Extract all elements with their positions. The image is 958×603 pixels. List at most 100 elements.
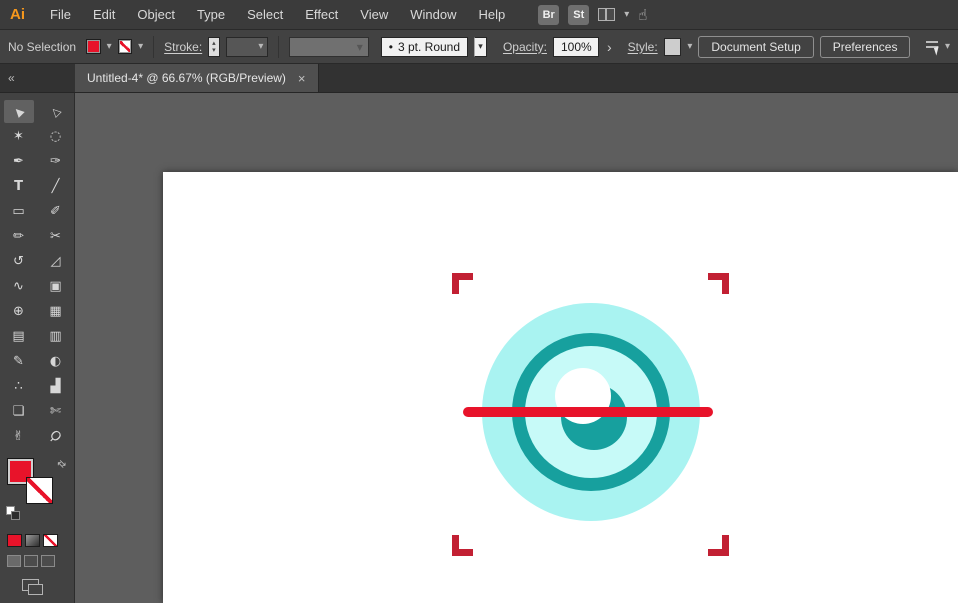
stroke-weight-stepper[interactable]: ▴ ▾ <box>208 36 220 57</box>
direct-selection-tool[interactable]: △ <box>41 100 71 123</box>
menu-window[interactable]: Window <box>399 0 467 30</box>
fill-color-chevron-icon[interactable]: ▾ <box>107 41 112 52</box>
blend-tool[interactable]: ◐ <box>41 350 71 373</box>
control-bar: No Selection ▾ ▾ Stroke: ▴ ▾ ▾ ▾ • 3 pt.… <box>0 30 958 64</box>
none-button[interactable] <box>43 534 58 547</box>
shape-builder-tool[interactable]: ⊕ <box>4 300 34 323</box>
eyedropper-tool[interactable]: ✎ <box>4 350 34 373</box>
menubar: Ai File Edit Object Type Select Effect V… <box>0 0 958 30</box>
selection-options-icon[interactable] <box>926 40 939 53</box>
stroke-color-swatch[interactable] <box>117 39 133 54</box>
pen-tool[interactable]: ✒ <box>4 150 34 173</box>
brush-definition-chevron-icon[interactable]: ▾ <box>474 36 487 57</box>
rotate-tool-icon: ↺ <box>13 254 24 269</box>
opacity-flyout-icon[interactable]: › <box>605 39 614 55</box>
type-tool[interactable]: T <box>4 175 34 198</box>
draw-normal-button[interactable] <box>7 555 21 567</box>
stroke-color-indicator[interactable] <box>26 477 53 504</box>
menu-effect[interactable]: Effect <box>294 0 349 30</box>
pencil-tool[interactable]: ✏ <box>4 225 34 248</box>
direct-selection-tool-icon: △ <box>47 103 64 120</box>
perspective-grid-tool-icon: ▦ <box>49 304 62 319</box>
stock-button[interactable]: St <box>568 4 590 25</box>
canvas[interactable] <box>75 93 958 603</box>
menu-object[interactable]: Object <box>126 0 186 30</box>
change-screen-mode-button[interactable] <box>22 579 43 595</box>
stepper-up-icon[interactable]: ▴ <box>212 40 216 47</box>
rectangle-tool[interactable]: ▭ <box>4 200 34 223</box>
tab-close-icon[interactable]: × <box>298 71 306 86</box>
menu-type[interactable]: Type <box>186 0 236 30</box>
bridge-button[interactable]: Br <box>538 4 560 25</box>
artboard-tool[interactable]: ❏ <box>4 400 34 423</box>
stepper-down-icon[interactable]: ▾ <box>212 47 216 54</box>
preferences-button[interactable]: Preferences <box>819 35 911 58</box>
crop-mark-top-right[interactable] <box>708 273 729 294</box>
menu-select[interactable]: Select <box>236 0 294 30</box>
artboard-tool-icon: ❏ <box>12 404 25 419</box>
tools-panel: ▲ △ ✶ ◌ ✒ ✑ T ╱ ▭ ✐ ✏ ✂ ↺ ◿ ∿ ▣ ⊕ ▦ ▤ ▥ … <box>0 93 75 603</box>
stroke-color-chevron-icon[interactable]: ▾ <box>138 41 143 52</box>
pen-tool-icon: ✒ <box>13 154 24 169</box>
type-tool-icon: T <box>14 179 23 194</box>
width-tool[interactable]: ∿ <box>4 275 34 298</box>
stroke-weight-dropdown[interactable]: ▾ <box>225 36 269 57</box>
style-swatch[interactable] <box>663 37 682 56</box>
rotate-tool[interactable]: ↺ <box>4 250 34 273</box>
hand-tool[interactable]: ✌ <box>4 425 34 448</box>
zoom-tool[interactable]: Ϙ <box>41 425 71 448</box>
magic-wand-tool[interactable]: ✶ <box>4 125 34 148</box>
lasso-tool[interactable]: ◌ <box>41 125 71 148</box>
rectangle-tool-icon: ▭ <box>12 204 25 219</box>
symbol-sprayer-tool-icon: ∴ <box>14 379 23 394</box>
collapse-tools-icon[interactable]: « <box>8 71 15 85</box>
arrange-documents-icon[interactable] <box>598 8 616 21</box>
width-tool-icon: ∿ <box>13 279 24 294</box>
selection-tool[interactable]: ▲ <box>3 100 34 123</box>
fill-color-swatch[interactable] <box>86 39 101 54</box>
scale-tool[interactable]: ◿ <box>41 250 71 273</box>
line-segment-tool[interactable]: ╱ <box>41 175 71 198</box>
slice-tool[interactable]: ✄ <box>41 400 71 423</box>
artboard[interactable] <box>163 172 958 603</box>
arrange-documents-chevron-icon[interactable]: ▾ <box>624 9 629 20</box>
crop-mark-bottom-right[interactable] <box>708 535 729 556</box>
mesh-tool-icon: ▤ <box>12 329 25 344</box>
gradient-button[interactable] <box>25 534 40 547</box>
opacity-field[interactable]: 100% <box>552 36 599 57</box>
swap-fill-stroke-icon[interactable]: ⇄ <box>54 458 68 472</box>
zoom-tool-icon: Ϙ <box>46 427 65 446</box>
brush-definition-dropdown[interactable]: • 3 pt. Round <box>380 36 469 57</box>
style-chevron-icon[interactable]: ▾ <box>687 41 692 52</box>
curvature-tool[interactable]: ✑ <box>41 150 71 173</box>
free-transform-tool[interactable]: ▣ <box>41 275 71 298</box>
draw-behind-button[interactable] <box>24 555 38 567</box>
stroke-weight-label[interactable]: Stroke: <box>164 40 202 54</box>
menu-view[interactable]: View <box>349 0 399 30</box>
paintbrush-tool[interactable]: ✐ <box>41 200 71 223</box>
color-button[interactable] <box>7 534 22 547</box>
perspective-grid-tool[interactable]: ▦ <box>41 300 71 323</box>
symbol-sprayer-tool[interactable]: ∴ <box>4 375 34 398</box>
menu-help[interactable]: Help <box>467 0 516 30</box>
hand-tool-icon: ✌ <box>13 429 24 444</box>
menu-edit[interactable]: Edit <box>82 0 126 30</box>
opacity-label[interactable]: Opacity: <box>503 40 547 54</box>
draw-inside-button[interactable] <box>41 555 55 567</box>
menu-file[interactable]: File <box>39 0 82 30</box>
touch-workspace-icon[interactable]: ☝ <box>638 6 647 24</box>
selection-options-chevron-icon[interactable]: ▾ <box>945 41 950 52</box>
crop-mark-bottom-left[interactable] <box>452 535 473 556</box>
scissors-tool[interactable]: ✂ <box>41 225 71 248</box>
mesh-tool[interactable]: ▤ <box>4 325 34 348</box>
default-fill-stroke-icon[interactable] <box>6 506 20 520</box>
divider <box>278 35 280 58</box>
document-setup-button[interactable]: Document Setup <box>698 35 814 58</box>
column-graph-tool[interactable]: ▟ <box>41 375 71 398</box>
document-tab[interactable]: Untitled-4* @ 66.67% (RGB/Preview) × <box>75 64 319 92</box>
crop-mark-top-left[interactable] <box>452 273 473 294</box>
scan-line[interactable] <box>463 407 713 417</box>
gradient-tool[interactable]: ▥ <box>41 325 71 348</box>
pencil-tool-icon: ✏ <box>13 229 24 244</box>
style-label[interactable]: Style: <box>628 40 658 54</box>
